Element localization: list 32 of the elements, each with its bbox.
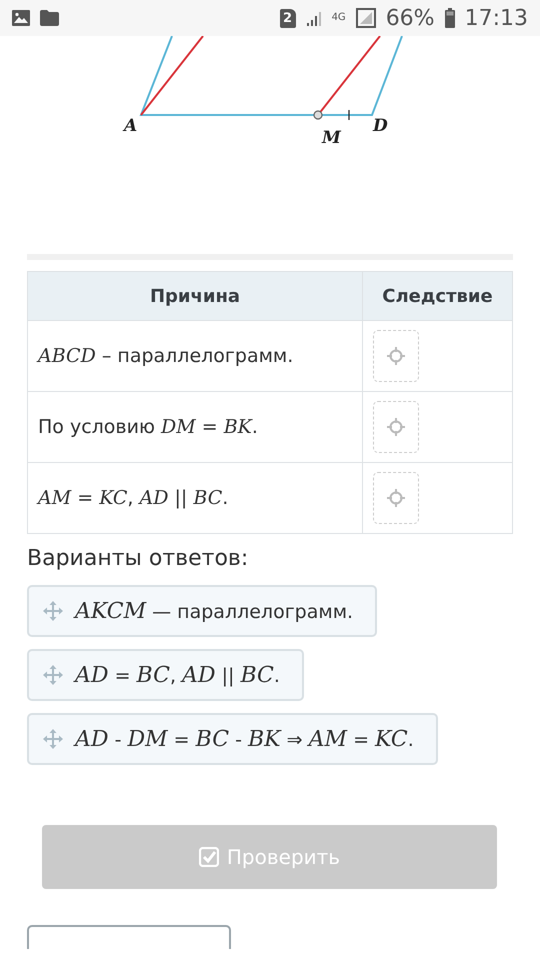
image-icon bbox=[12, 10, 30, 26]
sim-badge: 2 bbox=[280, 8, 296, 28]
reason-cell: AM = KC, AD || BC. bbox=[28, 462, 362, 534]
reason-cell: По условию DM = BK. bbox=[28, 392, 362, 462]
drop-slot[interactable] bbox=[373, 472, 419, 524]
column-header: Причина bbox=[28, 272, 362, 320]
clock-time: 17:13 bbox=[464, 6, 528, 30]
crosshair-icon bbox=[387, 489, 405, 507]
move-icon bbox=[43, 729, 63, 749]
drop-slot[interactable] bbox=[373, 330, 419, 382]
point-label: A bbox=[124, 116, 138, 136]
network-type: 4G bbox=[332, 13, 346, 23]
answer-option[interactable]: AKCM — параллелограмм. bbox=[27, 585, 378, 637]
back-button[interactable] bbox=[27, 925, 231, 949]
reason-cell: ABCD – параллелограмм. bbox=[28, 320, 362, 392]
drop-slot[interactable] bbox=[373, 401, 419, 453]
answer-option[interactable]: AD = BC, AD || BC. bbox=[27, 649, 304, 701]
crosshair-icon bbox=[387, 418, 405, 436]
signal-icon bbox=[356, 8, 376, 28]
crosshair-icon bbox=[387, 347, 405, 365]
point-label: D bbox=[373, 116, 388, 136]
move-icon bbox=[43, 665, 63, 685]
answers-heading: Варианты ответов: bbox=[27, 546, 248, 571]
signal-icon bbox=[306, 10, 322, 26]
battery-icon bbox=[444, 8, 455, 28]
battery-percent: 66% bbox=[386, 6, 435, 30]
checkbox-icon bbox=[198, 847, 219, 867]
move-icon bbox=[43, 601, 63, 621]
column-header: Следствие bbox=[362, 272, 512, 320]
folder-icon bbox=[40, 10, 59, 26]
point-label: M bbox=[322, 128, 341, 148]
answer-option[interactable]: AD - DM = BC - BK ⇒ AM = KC. bbox=[27, 713, 438, 765]
